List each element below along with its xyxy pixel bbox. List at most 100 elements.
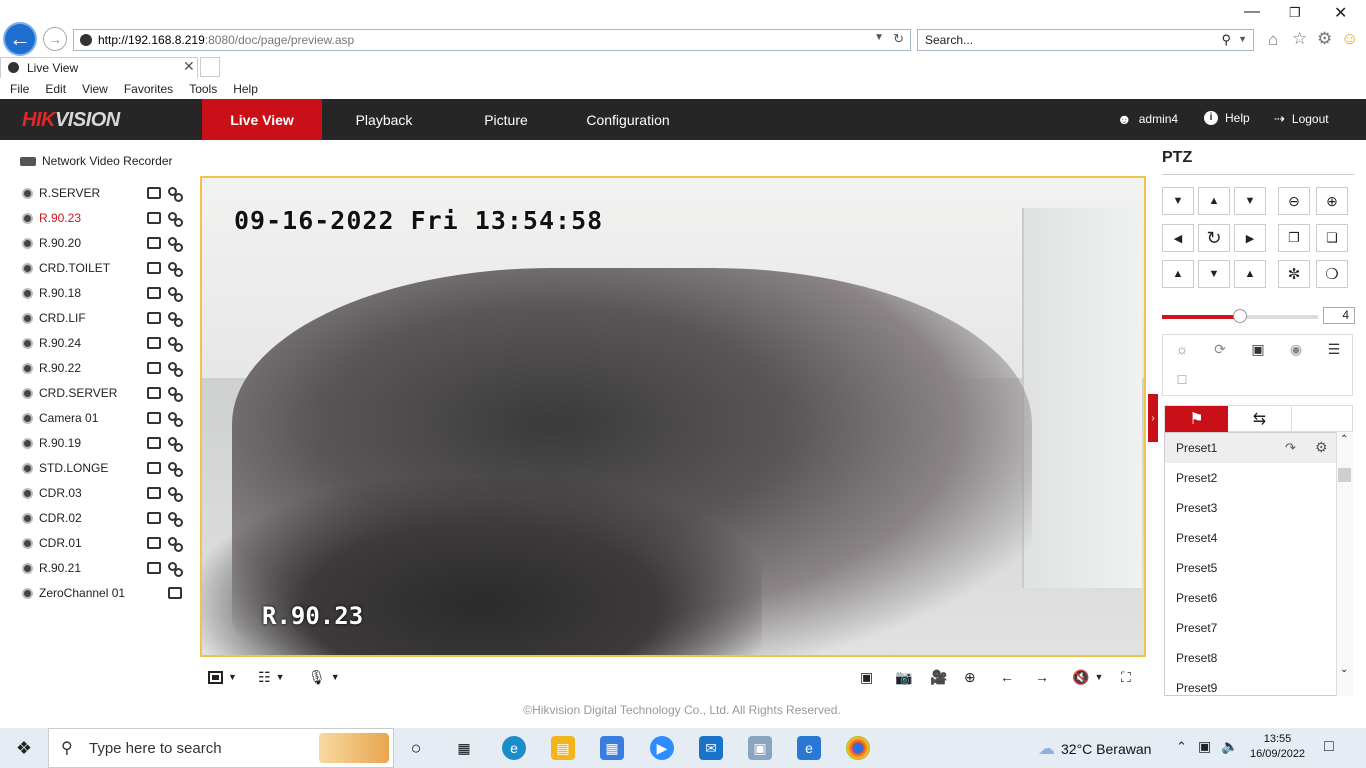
menu-file[interactable]: File <box>10 82 29 96</box>
preset-item[interactable]: Preset7 <box>1165 613 1337 643</box>
close-window-icon[interactable]: ✕ <box>1334 3 1347 23</box>
stream-select-icon[interactable] <box>168 411 183 427</box>
start-preview-icon[interactable] <box>147 387 161 399</box>
new-tab-button[interactable] <box>200 57 220 77</box>
camera-item[interactable]: R.90.24 <box>22 333 183 353</box>
preset-item[interactable]: Preset1 ↷ ⚙ <box>1165 433 1337 463</box>
camera-item[interactable]: R.90.21 <box>22 558 183 578</box>
ptz-up-left-button[interactable]: ▼ <box>1162 187 1194 215</box>
menu-favorites[interactable]: Favorites <box>124 82 173 96</box>
menu-help[interactable]: Help <box>233 82 258 96</box>
start-preview-icon[interactable] <box>147 512 161 524</box>
start-preview-icon[interactable] <box>168 587 182 599</box>
internet-explorer-icon[interactable]: e <box>797 736 821 760</box>
device-tree-root[interactable]: Network Video Recorder <box>20 154 173 168</box>
search-dropdown-icon[interactable]: ▼ <box>1238 34 1247 44</box>
dropdown-icon[interactable]: ▼ <box>874 32 884 43</box>
start-preview-icon[interactable] <box>147 487 161 499</box>
ptz-down-button[interactable]: ▼ <box>1198 260 1230 288</box>
camera-item[interactable]: CRD.LIF <box>22 308 183 328</box>
weather-widget[interactable]: ☁ 32°C Berawan <box>1038 739 1151 759</box>
address-bar[interactable]: http://192.168.8.219:8080/doc/page/previ… <box>73 29 911 51</box>
taskbar-search-box[interactable]: ⚲ Type here to search <box>48 728 394 768</box>
favorites-star-icon[interactable]: ☆ <box>1292 29 1307 49</box>
light-button[interactable]: ☼ <box>1163 335 1201 363</box>
start-preview-icon[interactable] <box>147 212 161 224</box>
manual-tracking-button[interactable]: □ <box>1163 365 1201 393</box>
focus-near-button[interactable]: ❐ <box>1278 224 1310 252</box>
preset-item[interactable]: Preset5 <box>1165 553 1337 583</box>
tab-patrol[interactable]: ⇆ <box>1228 406 1291 432</box>
speed-slider-handle[interactable] <box>1233 309 1247 323</box>
tab-picture[interactable]: Picture <box>446 99 566 140</box>
start-preview-icon[interactable] <box>147 237 161 249</box>
start-preview-icon[interactable] <box>147 437 161 449</box>
smiley-icon[interactable]: ☺ <box>1341 29 1358 49</box>
minimize-icon[interactable]: — <box>1244 3 1260 21</box>
record-button[interactable]: 🎥 <box>930 668 947 686</box>
tab-pattern[interactable] <box>1291 406 1354 432</box>
preset-item[interactable]: Preset6 <box>1165 583 1337 613</box>
tab-close-icon[interactable]: ✕ <box>183 58 195 75</box>
camera-item[interactable]: ZeroChannel 01 <box>22 583 182 603</box>
edge-browser-icon[interactable]: e <box>502 736 526 760</box>
stream-select-icon[interactable] <box>168 486 183 502</box>
camera-item[interactable]: R.90.19 <box>22 433 183 453</box>
camera-item[interactable]: CDR.03 <box>22 483 183 503</box>
forward-arrow-icon[interactable]: → <box>43 27 67 51</box>
capture-button[interactable]: 📷 <box>895 668 912 686</box>
file-explorer-icon[interactable]: ▤ <box>551 736 575 760</box>
menu-tools[interactable]: Tools <box>189 82 217 96</box>
stream-select-icon[interactable] <box>168 211 183 227</box>
ptz-down-right-button[interactable]: ▲ <box>1234 260 1266 288</box>
fullscreen-button[interactable]: ⛶ <box>1121 668 1131 686</box>
microphone-button[interactable]: 🎙 ▼ <box>308 668 340 686</box>
scroll-down-icon[interactable]: ⌄ <box>1340 664 1348 675</box>
refresh-icon[interactable]: ↻ <box>893 31 904 47</box>
audio-button[interactable]: 🔇 ▼ <box>1072 668 1103 686</box>
start-preview-icon[interactable] <box>147 362 161 374</box>
scroll-thumb[interactable] <box>1338 468 1351 482</box>
search-icon[interactable]: ⚲ <box>1221 32 1231 48</box>
iris-close-button[interactable]: ✼ <box>1278 260 1310 288</box>
start-preview-icon[interactable] <box>147 462 161 474</box>
browser-tab[interactable]: Live View <box>0 57 198 78</box>
stream-select-icon[interactable] <box>168 536 183 552</box>
iris-open-button[interactable]: ❍ <box>1316 260 1348 288</box>
stream-select-icon[interactable] <box>168 511 183 527</box>
ptz-left-button[interactable]: ◀ <box>1162 224 1194 252</box>
tab-configuration[interactable]: Configuration <box>568 99 688 140</box>
preset-scrollbar[interactable]: ⌃ ⌄ <box>1336 432 1353 696</box>
show-hidden-icons-icon[interactable]: ⌃ <box>1176 739 1187 755</box>
lens-init-button[interactable]: ◉ <box>1277 335 1315 363</box>
preset-item[interactable]: Preset2 <box>1165 463 1337 493</box>
preset-item[interactable]: Preset8 <box>1165 643 1337 673</box>
stream-select-icon[interactable] <box>168 461 183 477</box>
preset-item[interactable]: Preset4 <box>1165 523 1337 553</box>
cortana-icon[interactable]: ○ <box>404 736 428 760</box>
user-menu[interactable]: ☻ admin4 <box>1117 111 1178 127</box>
stream-select-icon[interactable] <box>168 336 183 352</box>
camera-item[interactable]: R.SERVER <box>22 183 183 203</box>
start-preview-icon[interactable] <box>147 412 161 424</box>
camera-item[interactable]: R.90.18 <box>22 283 183 303</box>
stop-all-preview-button[interactable]: ▣ <box>860 668 873 686</box>
tab-playback[interactable]: Playback <box>324 99 444 140</box>
start-preview-icon[interactable] <box>147 187 161 199</box>
start-preview-icon[interactable] <box>147 562 161 574</box>
task-view-icon[interactable]: ▦ <box>452 736 476 760</box>
more-menu-button[interactable]: ☰ <box>1315 335 1353 363</box>
stream-type-button[interactable]: ☷ ▼ <box>258 668 284 686</box>
zoom-in-button[interactable]: ⊕ <box>1316 187 1348 215</box>
camera-item[interactable]: CDR.01 <box>22 533 183 553</box>
ptz-auto-button[interactable]: ↻ <box>1198 224 1230 252</box>
preset-item[interactable]: Preset3 <box>1165 493 1337 523</box>
start-button[interactable]: ❖ <box>0 728 48 768</box>
start-preview-icon[interactable] <box>147 537 161 549</box>
stream-select-icon[interactable] <box>168 286 183 302</box>
previous-page-button[interactable]: ← <box>1000 668 1014 686</box>
microsoft-store-icon[interactable]: ▦ <box>600 736 624 760</box>
camera-item[interactable]: R.90.20 <box>22 233 183 253</box>
network-icon[interactable]: ▣ <box>1198 738 1211 755</box>
home-icon[interactable]: ⌂ <box>1268 30 1278 50</box>
